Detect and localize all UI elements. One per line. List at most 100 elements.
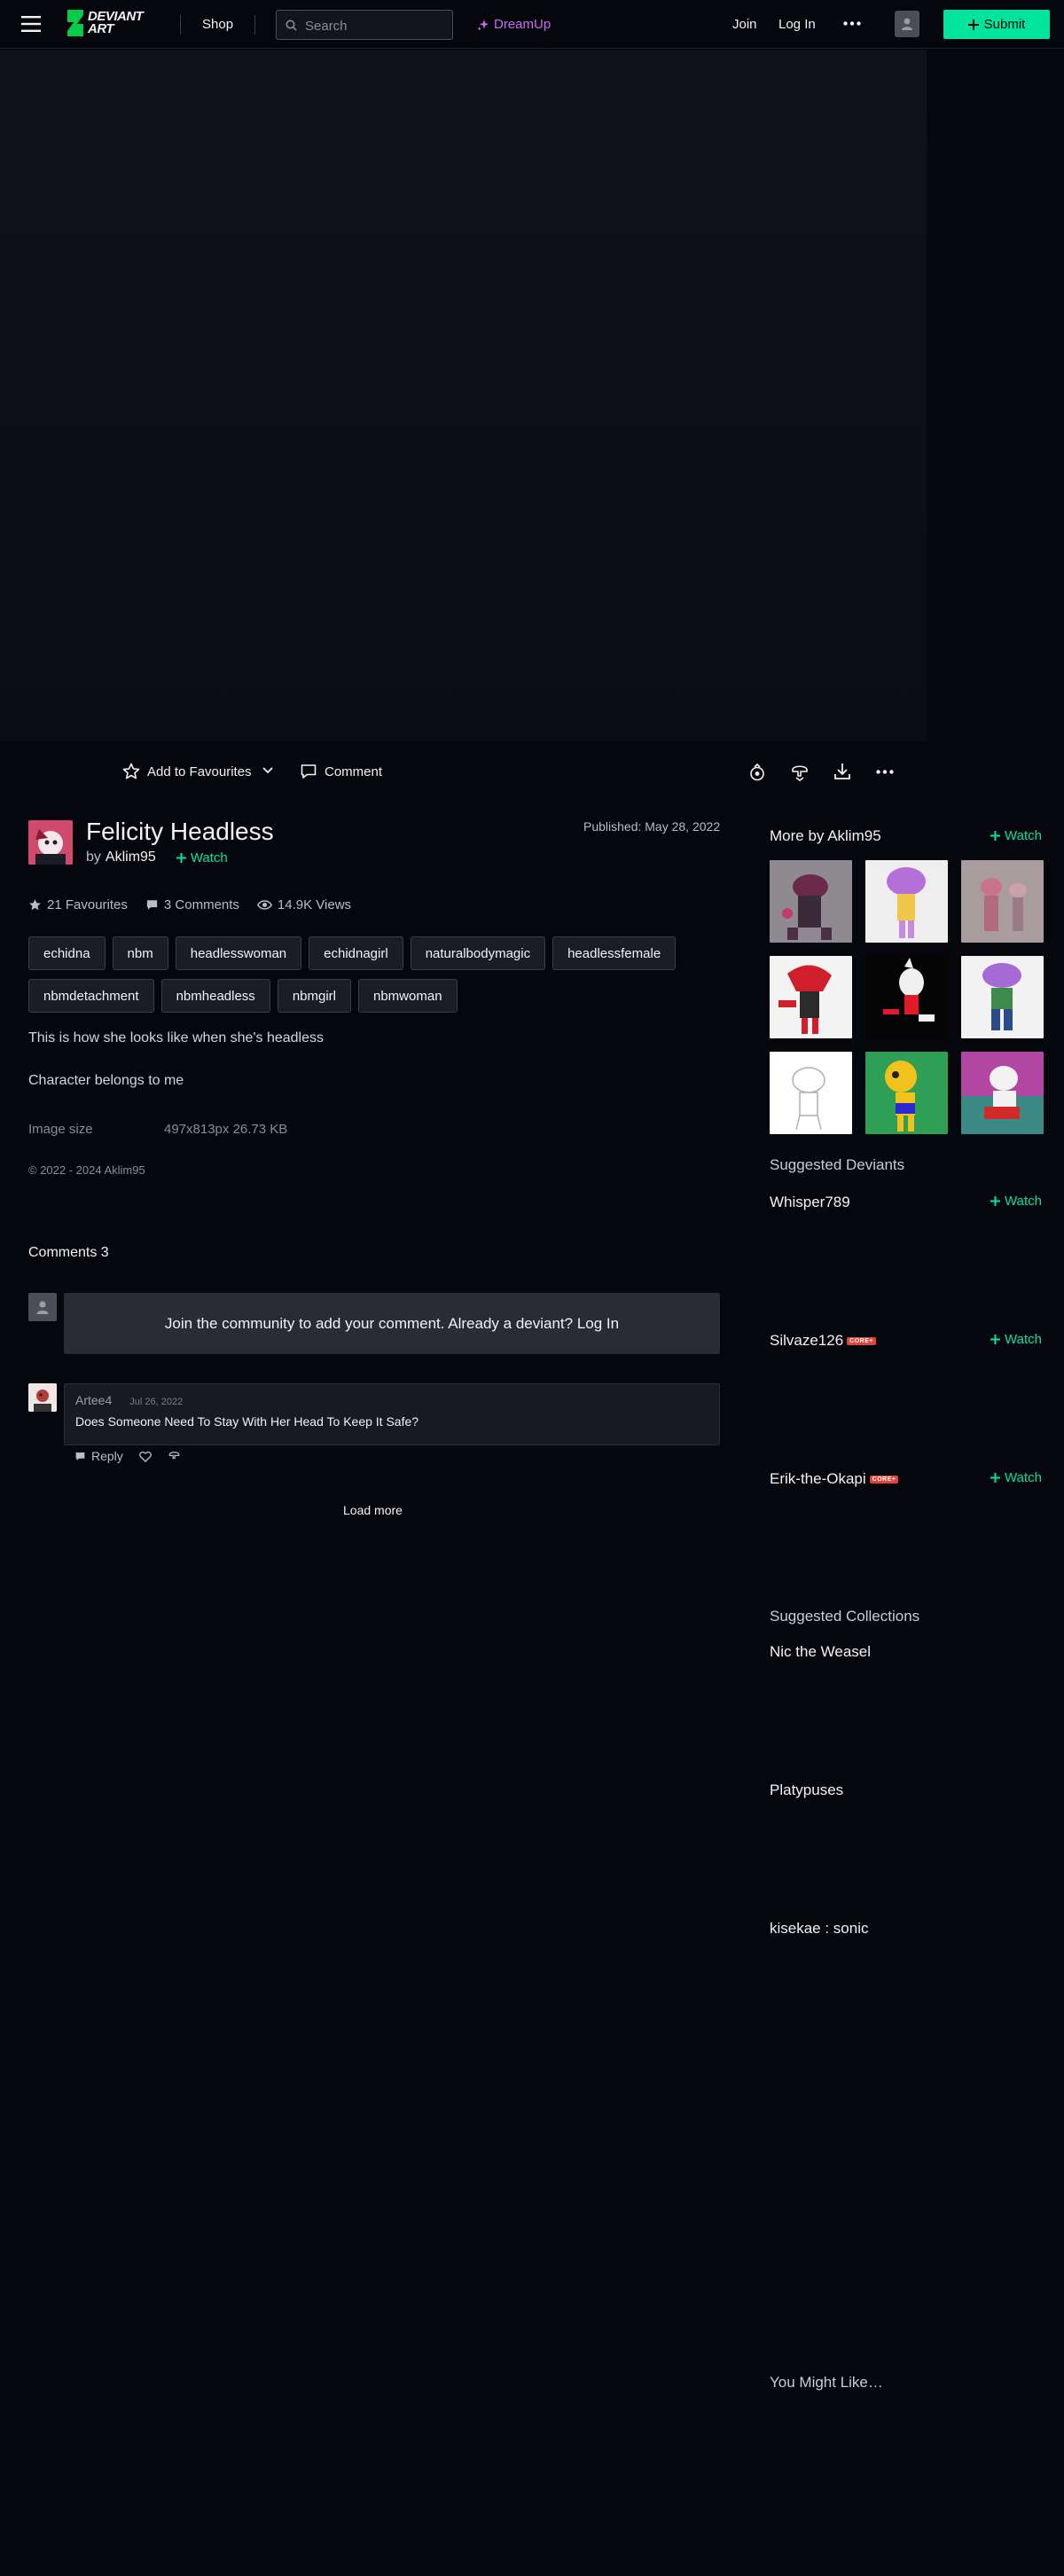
deviantart-logo[interactable]: DEVIANT ART	[66, 8, 144, 38]
image-side-panel	[927, 50, 1064, 741]
like-heart-icon[interactable]	[138, 1451, 152, 1462]
sidebar-watch-button[interactable]: Watch	[990, 828, 1042, 843]
watch-author-button[interactable]: Watch	[176, 850, 228, 865]
comment-card: Artee4 Jul 26, 2022 Does Someone Need To…	[64, 1383, 720, 1445]
comments-label: 3 Comments	[163, 897, 239, 912]
shop-link[interactable]: Shop	[202, 17, 233, 32]
reply-icon	[75, 1452, 85, 1460]
submit-button[interactable]: Submit	[943, 10, 1050, 39]
reply-label: Reply	[91, 1449, 123, 1463]
comment-author[interactable]: Artee4	[75, 1393, 112, 1407]
watch-deviant-button[interactable]: Watch	[990, 1470, 1042, 1485]
copyright: © 2022 - 2024 Aklim95	[28, 1163, 145, 1177]
tag-nbm[interactable]: nbm	[112, 936, 168, 970]
more-by-thumbnail[interactable]	[770, 956, 852, 1038]
give-small-icon[interactable]	[168, 1450, 181, 1462]
tag-naturalbodymagic[interactable]: naturalbodymagic	[410, 936, 546, 970]
tag-echidna[interactable]: echidna	[28, 936, 106, 970]
comments-count[interactable]: 3 Comments	[145, 897, 239, 912]
add-to-favourites-button[interactable]: Add to Favourites	[122, 763, 252, 780]
more-by-thumbnail[interactable]	[865, 956, 948, 1038]
commenter-avatar[interactable]	[28, 1383, 57, 1412]
dreamup-link[interactable]: DreamUp	[477, 17, 551, 32]
badge-gift-icon[interactable]	[747, 763, 767, 782]
comments-heading: Comments 3	[28, 1245, 109, 1260]
tag-echidnagirl[interactable]: echidnagirl	[309, 936, 403, 970]
tag-nbmdetachment[interactable]: nbmdetachment	[28, 979, 154, 1013]
deviation-title: Felicity Headless	[86, 818, 274, 845]
author-avatar[interactable]	[28, 820, 73, 865]
watch-deviant-button[interactable]: Watch	[990, 1194, 1042, 1209]
plus-icon	[990, 1196, 1000, 1206]
more-by-thumbnail[interactable]	[865, 860, 948, 943]
login-link[interactable]: Log In	[778, 17, 816, 32]
comment-date[interactable]: Jul 26, 2022	[129, 1397, 183, 1407]
sidebar-watch-label: Watch	[1005, 828, 1042, 843]
tag-list-row-2: nbmdetachment nbmheadless nbmgirl nbmwom…	[28, 979, 458, 1013]
more-by-heading[interactable]: More by Aklim95	[770, 827, 881, 845]
core-plus-badge: CORE+	[847, 1336, 876, 1345]
comment-button[interactable]: Comment	[300, 763, 382, 780]
star-icon	[29, 899, 41, 911]
join-link[interactable]: Join	[732, 17, 757, 32]
chevron-down-icon[interactable]	[262, 766, 274, 775]
search-icon	[286, 20, 297, 31]
load-more-button[interactable]: Load more	[343, 1503, 403, 1517]
suggested-deviant-name[interactable]: Whisper789	[770, 1194, 850, 1211]
guest-avatar-icon	[28, 1293, 57, 1321]
divider	[180, 15, 181, 35]
plus-icon	[990, 1473, 1000, 1483]
favourites-count[interactable]: 21 Favourites	[28, 897, 128, 912]
by-label: by	[86, 850, 101, 865]
more-by-thumbnail[interactable]	[961, 860, 1044, 943]
deviation-image-area[interactable]	[0, 50, 1064, 741]
collection-title[interactable]: Platypuses	[770, 1781, 843, 1799]
more-by-thumbnail[interactable]	[961, 956, 1044, 1038]
author-link[interactable]: Aklim95	[106, 850, 156, 865]
give-icon[interactable]	[790, 763, 810, 782]
tag-headlessfemale[interactable]: headlessfemale	[552, 936, 677, 970]
tag-nbmheadless[interactable]: nbmheadless	[160, 979, 270, 1013]
tag-headlesswoman[interactable]: headlesswoman	[175, 936, 302, 970]
plus-icon	[990, 831, 1000, 841]
more-options-icon[interactable]	[843, 21, 861, 26]
more-by-thumbnail[interactable]	[770, 1052, 852, 1134]
suggested-deviant-name: Silvaze126	[770, 1332, 844, 1349]
description-line-2: Character belongs to me	[28, 1073, 184, 1088]
watch-label: Watch	[1005, 1332, 1042, 1347]
tag-nbmwoman[interactable]: nbmwoman	[358, 979, 458, 1013]
download-icon[interactable]	[833, 762, 852, 781]
dreamup-label: DreamUp	[494, 17, 552, 32]
published-date: Published: May 28, 2022	[583, 819, 721, 834]
collection-title[interactable]: Nic the Weasel	[770, 1643, 871, 1661]
join-community-box[interactable]: Join the community to add your comment. …	[64, 1293, 720, 1354]
comment-label: Comment	[325, 763, 383, 779]
add-to-favourites-label: Add to Favourites	[147, 763, 252, 779]
suggested-deviant-name: Erik-the-Okapi	[770, 1470, 866, 1487]
top-navigation-bar: DEVIANT ART Shop DreamUp Join Log In Sub…	[0, 0, 1064, 49]
join-community-prompt: Join the community to add your comment. …	[164, 1314, 620, 1332]
more-by-thumbnail[interactable]	[770, 860, 852, 943]
search-input[interactable]	[305, 17, 447, 35]
more-by-thumbnail[interactable]	[865, 1052, 948, 1134]
tag-nbmgirl[interactable]: nbmgirl	[277, 979, 351, 1013]
user-avatar-icon[interactable]	[895, 11, 919, 37]
image-size-value: 497x813px 26.73 KB	[164, 1122, 288, 1137]
search-box[interactable]	[276, 10, 453, 40]
deviantart-logo-icon	[67, 10, 83, 36]
more-by-thumbnail[interactable]	[961, 1052, 1044, 1134]
logo-text-art: ART	[88, 21, 114, 36]
collection-title[interactable]: kisekae : sonic	[770, 1920, 869, 1938]
watch-deviant-button[interactable]: Watch	[990, 1332, 1042, 1347]
reply-button[interactable]: Reply	[74, 1449, 123, 1463]
suggested-deviant[interactable]: Erik-the-Okapi CORE+	[770, 1470, 899, 1488]
watch-label: Watch	[1005, 1470, 1042, 1485]
watch-label: Watch	[190, 850, 228, 865]
hamburger-menu-icon[interactable]	[21, 15, 41, 33]
core-plus-badge: CORE+	[869, 1475, 899, 1484]
you-might-like-heading: You Might Like…	[770, 2374, 883, 2391]
image-size-label: Image size	[28, 1122, 93, 1137]
tag-list-row-1: echidna nbm headlesswoman echidnagirl na…	[28, 936, 677, 970]
suggested-deviant[interactable]: Silvaze126 CORE+	[770, 1332, 876, 1350]
more-actions-icon[interactable]	[876, 770, 894, 774]
